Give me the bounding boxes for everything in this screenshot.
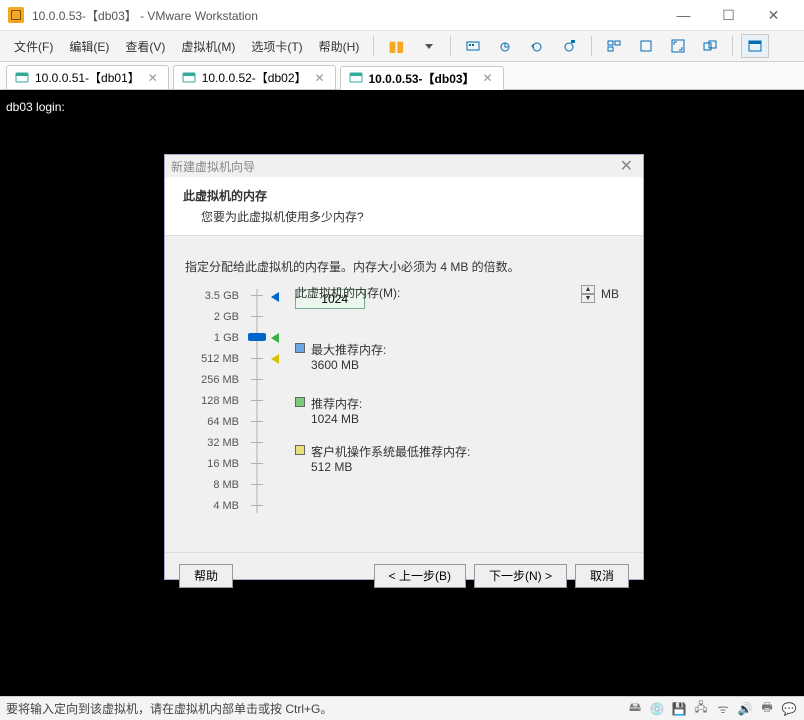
cancel-button[interactable]: 取消 xyxy=(575,564,629,588)
menu-help[interactable]: 帮助(H) xyxy=(311,34,368,59)
menu-edit[interactable]: 编辑(E) xyxy=(61,34,117,59)
dialog-subheading: 您要为此虚拟机使用多少内存? xyxy=(201,208,625,225)
terminal-line: db03 login: xyxy=(6,100,798,114)
dialog-close-icon[interactable]: ✕ xyxy=(616,156,637,176)
dialog-body: 指定分配给此虚拟机的内存量。内存大小必须为 4 MB 的倍数。 3.5 GB 2… xyxy=(165,236,643,552)
tray-printer-icon[interactable]: 🖶 xyxy=(758,701,776,717)
unity-button[interactable] xyxy=(696,34,724,58)
max-rec-value: 3600 MB xyxy=(311,358,386,372)
scale-label: 16 MB xyxy=(185,458,239,470)
separator xyxy=(450,36,451,56)
scale-label: 8 MB xyxy=(185,479,239,491)
manage-snapshot-button[interactable] xyxy=(555,34,583,58)
scale-label: 256 MB xyxy=(185,374,239,386)
menu-vm[interactable]: 虚拟机(M) xyxy=(173,34,243,59)
close-button[interactable]: ✕ xyxy=(751,1,796,29)
single-view-button[interactable] xyxy=(632,34,660,58)
min-rec-label: 客户机操作系统最低推荐内存: xyxy=(311,443,470,460)
fullscreen-button[interactable] xyxy=(664,34,692,58)
tab-close-icon[interactable]: ✕ xyxy=(313,71,327,85)
new-vm-wizard-dialog: 新建虚拟机向导 ✕ 此虚拟机的内存 您要为此虚拟机使用多少内存? 指定分配给此虚… xyxy=(164,154,644,580)
max-rec-label: 最大推荐内存: xyxy=(311,341,386,358)
memory-info: 此虚拟机的内存(M): ▲▼ MB 最大推荐内存: 3600 MB 推荐内存: xyxy=(269,289,623,513)
menu-tabs[interactable]: 选项卡(T) xyxy=(243,34,310,59)
memory-scale: 3.5 GB 2 GB 1 GB 512 MB 256 MB 128 MB 64… xyxy=(185,290,245,512)
min-legend-icon xyxy=(295,445,305,455)
rec-legend-icon xyxy=(295,397,305,407)
tab-label: 10.0.0.53-【db03】 xyxy=(369,70,475,87)
vm-icon xyxy=(349,71,363,85)
dialog-header: 此虚拟机的内存 您要为此虚拟机使用多少内存? xyxy=(165,177,643,236)
memory-slider[interactable] xyxy=(245,289,269,513)
memory-selector: 3.5 GB 2 GB 1 GB 512 MB 256 MB 128 MB 64… xyxy=(185,289,623,513)
vm-tabs: 10.0.0.51-【db01】 ✕ 10.0.0.52-【db02】 ✕ 10… xyxy=(0,62,804,90)
memory-unit: MB xyxy=(601,287,619,301)
tray-cd-icon[interactable]: 💿 xyxy=(648,701,666,717)
statusbar: 要将输入定向到该虚拟机，请在虚拟机内部单击或按 Ctrl+G。 🖴 💿 💾 🖧 … xyxy=(0,696,804,720)
tray-area: 🖴 💿 💾 🖧 ᯤ 🔊 🖶 💬 xyxy=(626,701,798,717)
maximize-button[interactable]: ☐ xyxy=(706,1,751,29)
rec-label: 推荐内存: xyxy=(311,395,362,412)
scale-label: 512 MB xyxy=(185,353,239,365)
tray-sound-icon[interactable]: 🔊 xyxy=(736,701,754,717)
slider-handle[interactable] xyxy=(248,333,266,341)
dialog-title: 新建虚拟机向导 xyxy=(171,158,255,175)
memory-label: 此虚拟机的内存(M): xyxy=(295,284,400,301)
tray-usb-icon[interactable]: ᯤ xyxy=(714,701,732,717)
vm-icon xyxy=(15,71,29,85)
vm-icon xyxy=(182,71,196,85)
tab-close-icon[interactable]: ✕ xyxy=(146,71,160,85)
back-button[interactable]: < 上一步(B) xyxy=(374,564,466,588)
scale-label: 3.5 GB xyxy=(185,290,239,302)
memory-spinner[interactable]: ▲▼ xyxy=(581,285,595,303)
console-view-button[interactable] xyxy=(741,34,769,58)
revert-snapshot-button[interactable] xyxy=(523,34,551,58)
suspend-button[interactable]: ▮▮ xyxy=(382,34,410,58)
tray-disk-icon[interactable]: 🖴 xyxy=(626,701,644,717)
tab-label: 10.0.0.52-【db02】 xyxy=(202,69,307,86)
scale-label: 64 MB xyxy=(185,416,239,428)
status-text: 要将输入定向到该虚拟机，请在虚拟机内部单击或按 Ctrl+G。 xyxy=(6,700,332,717)
separator xyxy=(591,36,592,56)
dialog-titlebar: 新建虚拟机向导 ✕ xyxy=(165,155,643,177)
menu-file[interactable]: 文件(F) xyxy=(6,34,61,59)
thumbnail-view-button[interactable] xyxy=(600,34,628,58)
tab-close-icon[interactable]: ✕ xyxy=(481,71,495,85)
tray-floppy-icon[interactable]: 💾 xyxy=(670,701,688,717)
separator xyxy=(373,36,374,56)
vmware-logo-icon xyxy=(8,7,24,23)
min-rec-value: 512 MB xyxy=(311,460,470,474)
dialog-heading: 此虚拟机的内存 xyxy=(183,187,625,204)
tab-label: 10.0.0.51-【db01】 xyxy=(35,69,140,86)
send-ctrl-alt-del-button[interactable] xyxy=(459,34,487,58)
scale-label: 4 MB xyxy=(185,500,239,512)
scale-label: 2 GB xyxy=(185,311,239,323)
scale-label: 128 MB xyxy=(185,395,239,407)
tab-db02[interactable]: 10.0.0.52-【db02】 ✕ xyxy=(173,65,336,89)
play-dropdown-icon[interactable] xyxy=(414,34,442,58)
tab-db03[interactable]: 10.0.0.53-【db03】 ✕ xyxy=(340,66,504,90)
tab-db01[interactable]: 10.0.0.51-【db01】 ✕ xyxy=(6,65,169,89)
minimize-button[interactable]: — xyxy=(661,1,706,29)
tray-network-icon[interactable]: 🖧 xyxy=(692,701,710,717)
max-legend-icon xyxy=(295,343,305,353)
window-title: 10.0.0.53-【db03】 - VMware Workstation xyxy=(32,7,661,24)
scale-label: 32 MB xyxy=(185,437,239,449)
next-button[interactable]: 下一步(N) > xyxy=(474,564,567,588)
menu-view[interactable]: 查看(V) xyxy=(117,34,173,59)
dialog-footer: 帮助 < 上一步(B) 下一步(N) > 取消 xyxy=(165,552,643,598)
separator xyxy=(732,36,733,56)
rec-value: 1024 MB xyxy=(311,412,362,426)
titlebar: 10.0.0.53-【db03】 - VMware Workstation — … xyxy=(0,0,804,30)
scale-label: 1 GB xyxy=(185,332,239,344)
tray-message-icon[interactable]: 💬 xyxy=(780,701,798,717)
snapshot-button[interactable] xyxy=(491,34,519,58)
menubar: 文件(F) 编辑(E) 查看(V) 虚拟机(M) 选项卡(T) 帮助(H) ▮▮ xyxy=(0,30,804,62)
help-button[interactable]: 帮助 xyxy=(179,564,233,588)
memory-hint: 指定分配给此虚拟机的内存量。内存大小必须为 4 MB 的倍数。 xyxy=(185,258,623,275)
